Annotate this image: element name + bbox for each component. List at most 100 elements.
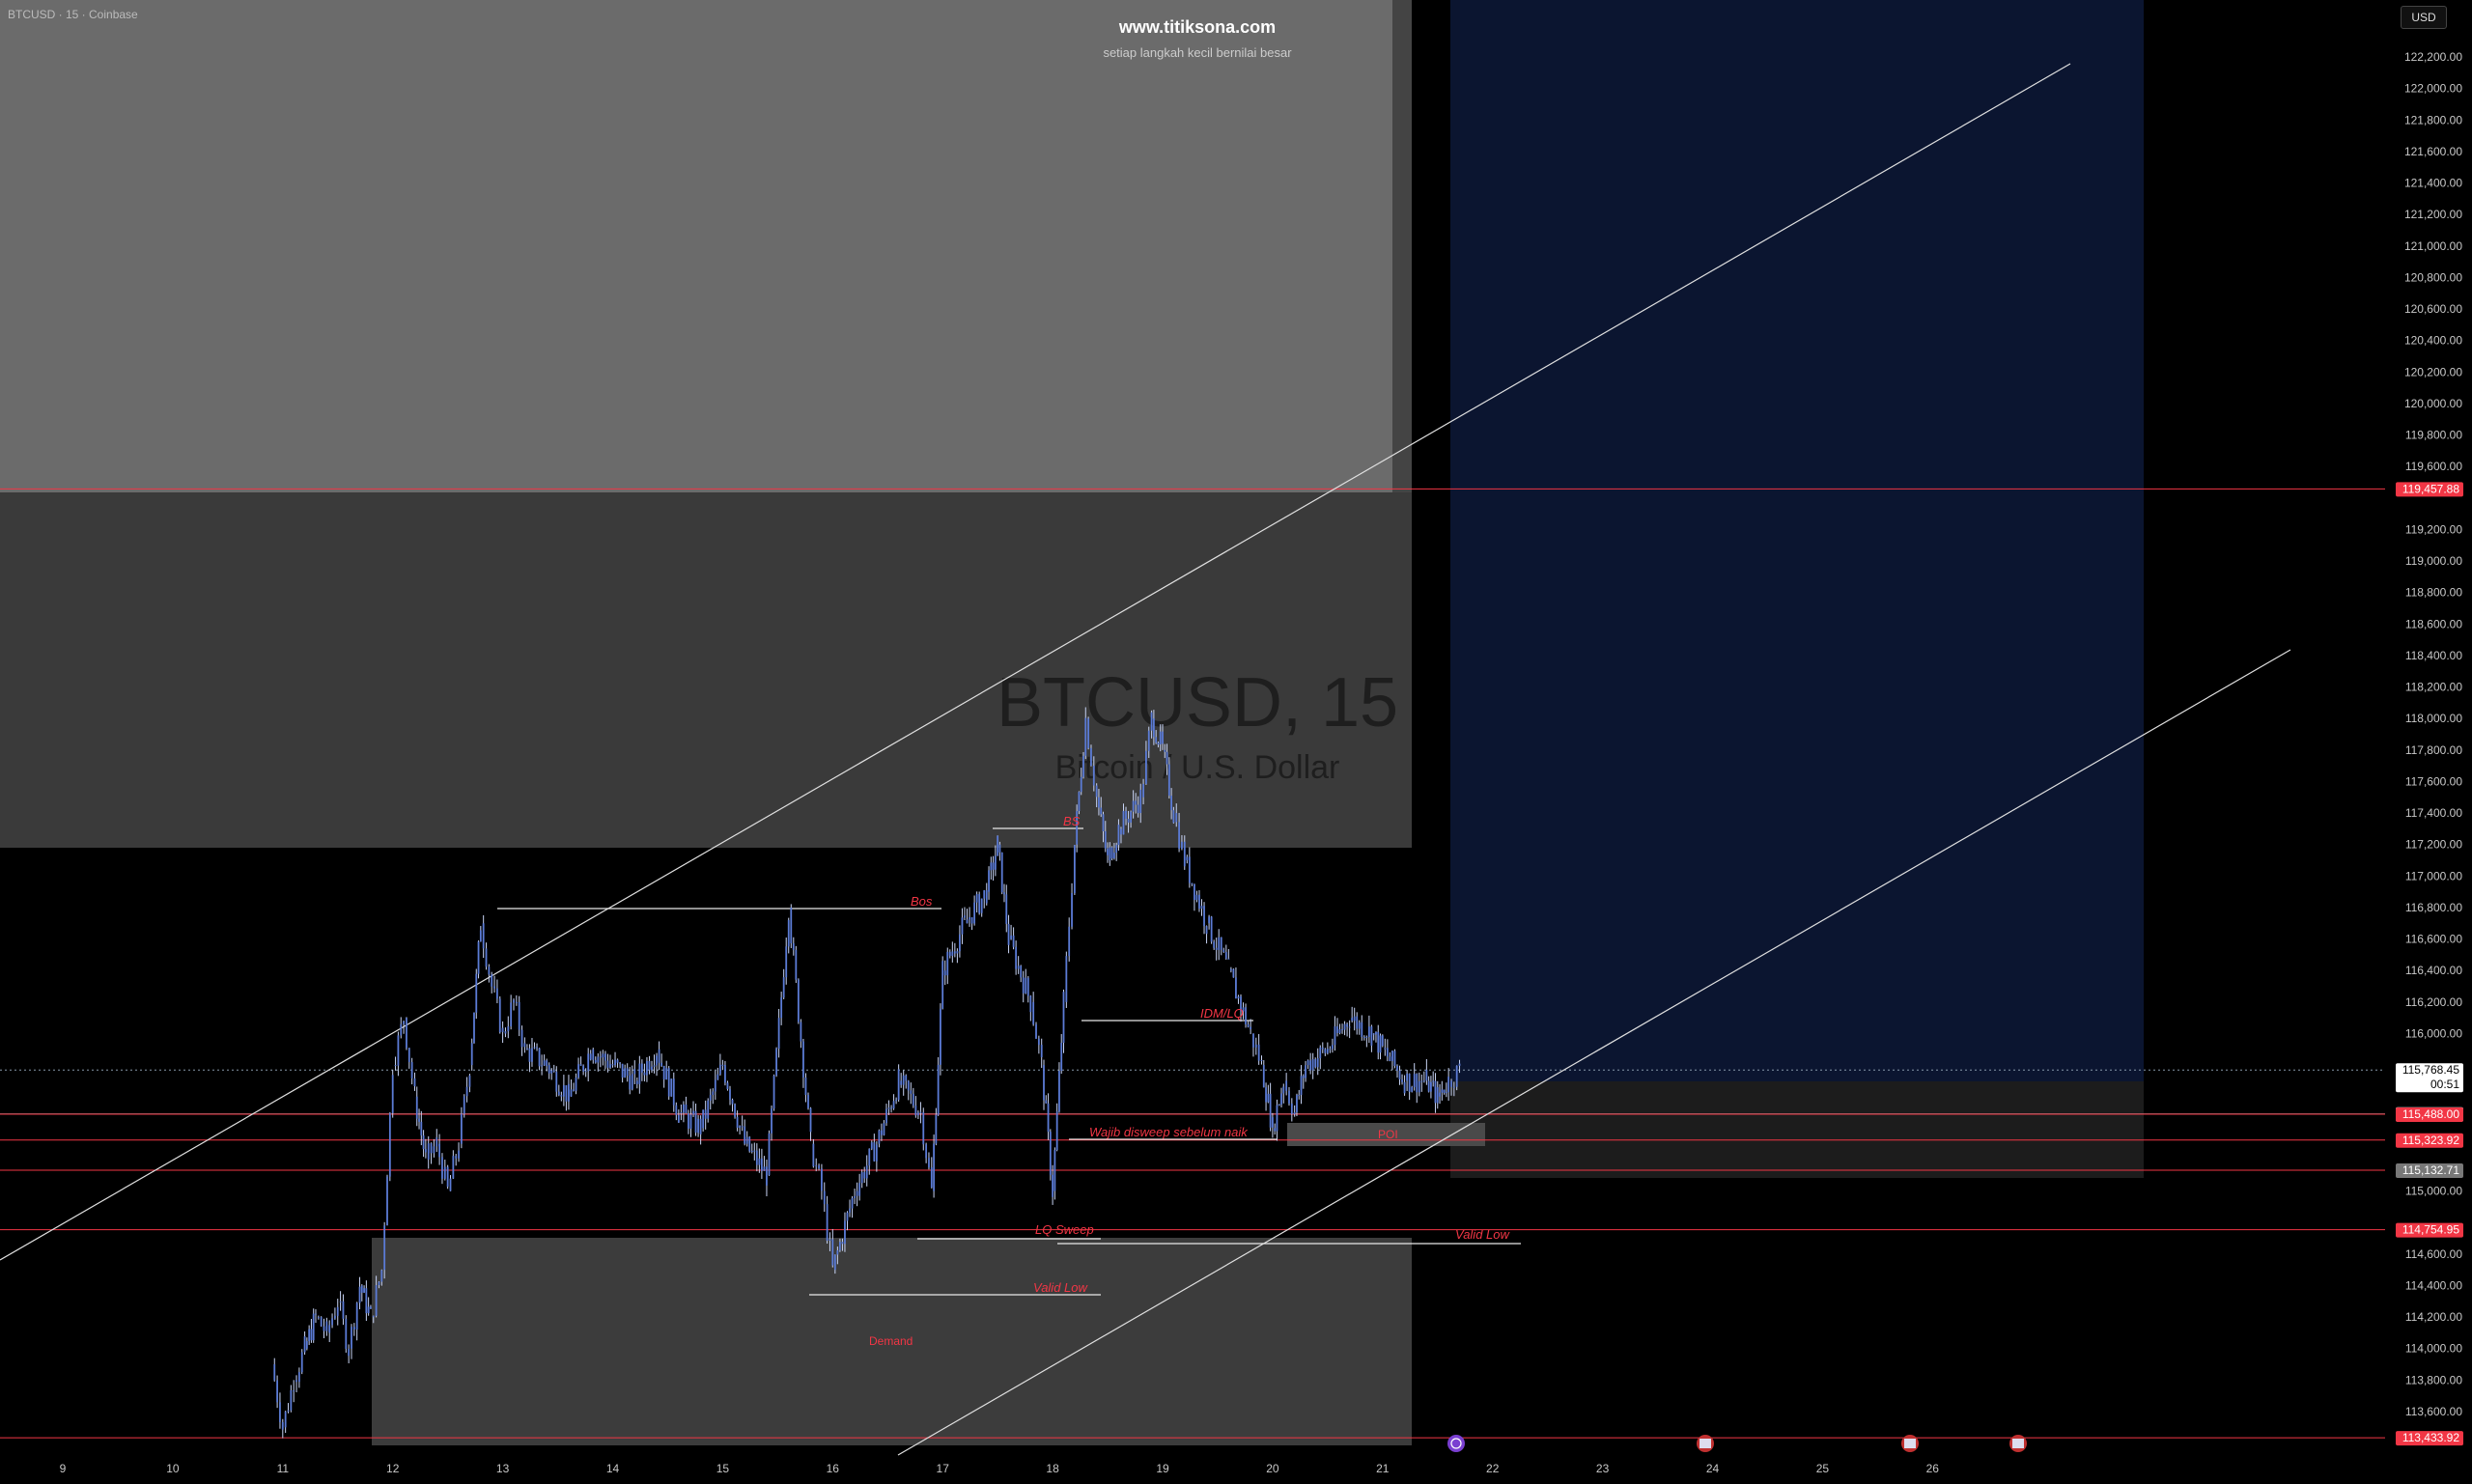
candle-body — [570, 1089, 573, 1097]
candle-body — [1254, 1044, 1257, 1048]
watermark-symbol: BTCUSD, 15 — [997, 664, 1398, 742]
candle-body — [1455, 1065, 1458, 1087]
candle-body — [303, 1336, 306, 1353]
candle-body — [1351, 1018, 1354, 1022]
price-tick-label: 121,800.00 — [2404, 113, 2462, 126]
candle-body — [475, 973, 478, 1013]
candle-body — [689, 1114, 692, 1129]
candle-body — [1082, 755, 1084, 777]
candle-body — [914, 1106, 917, 1116]
candle-body — [1045, 1100, 1048, 1104]
price-axis[interactable]: 122,200.00 122,000.00 121,800.00 121,600.00… — [2385, 0, 2472, 1484]
price-badge-label: 113,433.92 — [2402, 1431, 2459, 1444]
candle-body — [1432, 1080, 1435, 1082]
price-chart[interactable]: BTCUSD, 15 Bitcoin / U.S. Dollar Bos BS … — [0, 0, 2472, 1484]
price-tick-label: 116,600.00 — [2405, 933, 2462, 946]
event-icon[interactable] — [1447, 1435, 1465, 1452]
candle-body — [643, 1072, 646, 1076]
candle-body — [844, 1220, 846, 1245]
candle-body — [1095, 785, 1098, 798]
candle-body — [854, 1196, 856, 1198]
candle-body — [726, 1082, 729, 1089]
candle-body — [1194, 883, 1195, 901]
price-tick-label: 120,200.00 — [2404, 365, 2462, 378]
candle-body — [1353, 1016, 1356, 1022]
time-tick-label: 9 — [60, 1462, 67, 1475]
candle-body — [863, 1172, 866, 1179]
candle-body — [1172, 810, 1175, 824]
candle-body — [584, 1071, 587, 1073]
candle-body — [1186, 856, 1189, 861]
candle-body — [1408, 1073, 1411, 1092]
candle-body — [868, 1148, 871, 1166]
price-tick-label: 121,200.00 — [2404, 208, 2462, 221]
candle-body — [552, 1070, 555, 1072]
candle-body — [990, 862, 993, 871]
candle-body — [1296, 1095, 1298, 1113]
candle-body — [760, 1158, 763, 1171]
candle-body — [1162, 731, 1164, 744]
candle-body — [870, 1142, 873, 1149]
candle-body — [739, 1126, 742, 1129]
flag-icon[interactable] — [1697, 1435, 1714, 1452]
candle-body — [287, 1410, 290, 1412]
candle-body — [729, 1088, 731, 1100]
stop-zone — [1450, 1081, 2144, 1178]
candle-body — [883, 1123, 885, 1135]
candle-body — [1012, 935, 1015, 947]
candle-body — [1309, 1060, 1312, 1071]
candle-body — [900, 1080, 903, 1085]
candle-body — [758, 1158, 761, 1165]
candle-body — [1302, 1076, 1305, 1078]
candle-body — [1401, 1079, 1403, 1082]
candle-body — [599, 1056, 602, 1058]
candle-body — [978, 894, 981, 913]
candle-body — [677, 1114, 680, 1123]
candle-body — [407, 1048, 410, 1063]
symbol-label: BTCUSD · 15 · Coinbase — [8, 8, 138, 21]
candle-body — [707, 1100, 710, 1119]
candle-body — [775, 1049, 777, 1076]
price-tick-label: 118,200.00 — [2405, 681, 2462, 694]
candle-body — [807, 1095, 809, 1108]
candle-body — [523, 1043, 526, 1048]
candle-body — [1150, 712, 1153, 731]
candle-body — [1314, 1059, 1317, 1068]
candle-body — [433, 1146, 435, 1154]
flag-icon[interactable] — [2009, 1435, 2027, 1452]
candle-body — [1321, 1047, 1324, 1050]
candle-body — [745, 1136, 748, 1144]
price-tick-label: 120,600.00 — [2404, 302, 2462, 316]
currency-button[interactable]: USD — [2401, 6, 2447, 29]
candle-body — [479, 930, 482, 942]
candle-body — [922, 1112, 925, 1145]
candle-body — [887, 1107, 890, 1109]
candle-body — [1175, 813, 1178, 823]
price-badge-label: 115,768.45 — [2402, 1063, 2459, 1077]
candle-body — [1200, 906, 1203, 910]
candle-body — [670, 1078, 673, 1097]
price-tick-label: 117,600.00 — [2405, 774, 2462, 788]
label-idm: IDM/LQ — [1200, 1006, 1244, 1021]
candle-body — [538, 1048, 541, 1067]
candle-body — [1224, 952, 1227, 959]
candle-body — [787, 919, 790, 947]
candle-body — [1262, 1065, 1265, 1088]
candle-body — [507, 1026, 510, 1032]
candle-body — [1386, 1048, 1389, 1057]
candle-body — [594, 1059, 597, 1063]
flag-icon[interactable] — [1901, 1435, 1919, 1452]
time-tick-label: 10 — [166, 1462, 180, 1475]
candle-body — [587, 1053, 590, 1072]
candle-body — [548, 1065, 550, 1074]
candle-body — [724, 1065, 726, 1083]
candle-body — [485, 948, 488, 967]
candle-body — [1035, 1023, 1037, 1039]
candle-body — [885, 1108, 887, 1124]
candle-body — [838, 1242, 841, 1250]
candle-body — [526, 1048, 528, 1050]
candle-body — [427, 1143, 430, 1160]
candle-body — [358, 1286, 361, 1303]
candle-body — [1272, 1117, 1274, 1128]
candle-body — [1458, 1063, 1461, 1066]
